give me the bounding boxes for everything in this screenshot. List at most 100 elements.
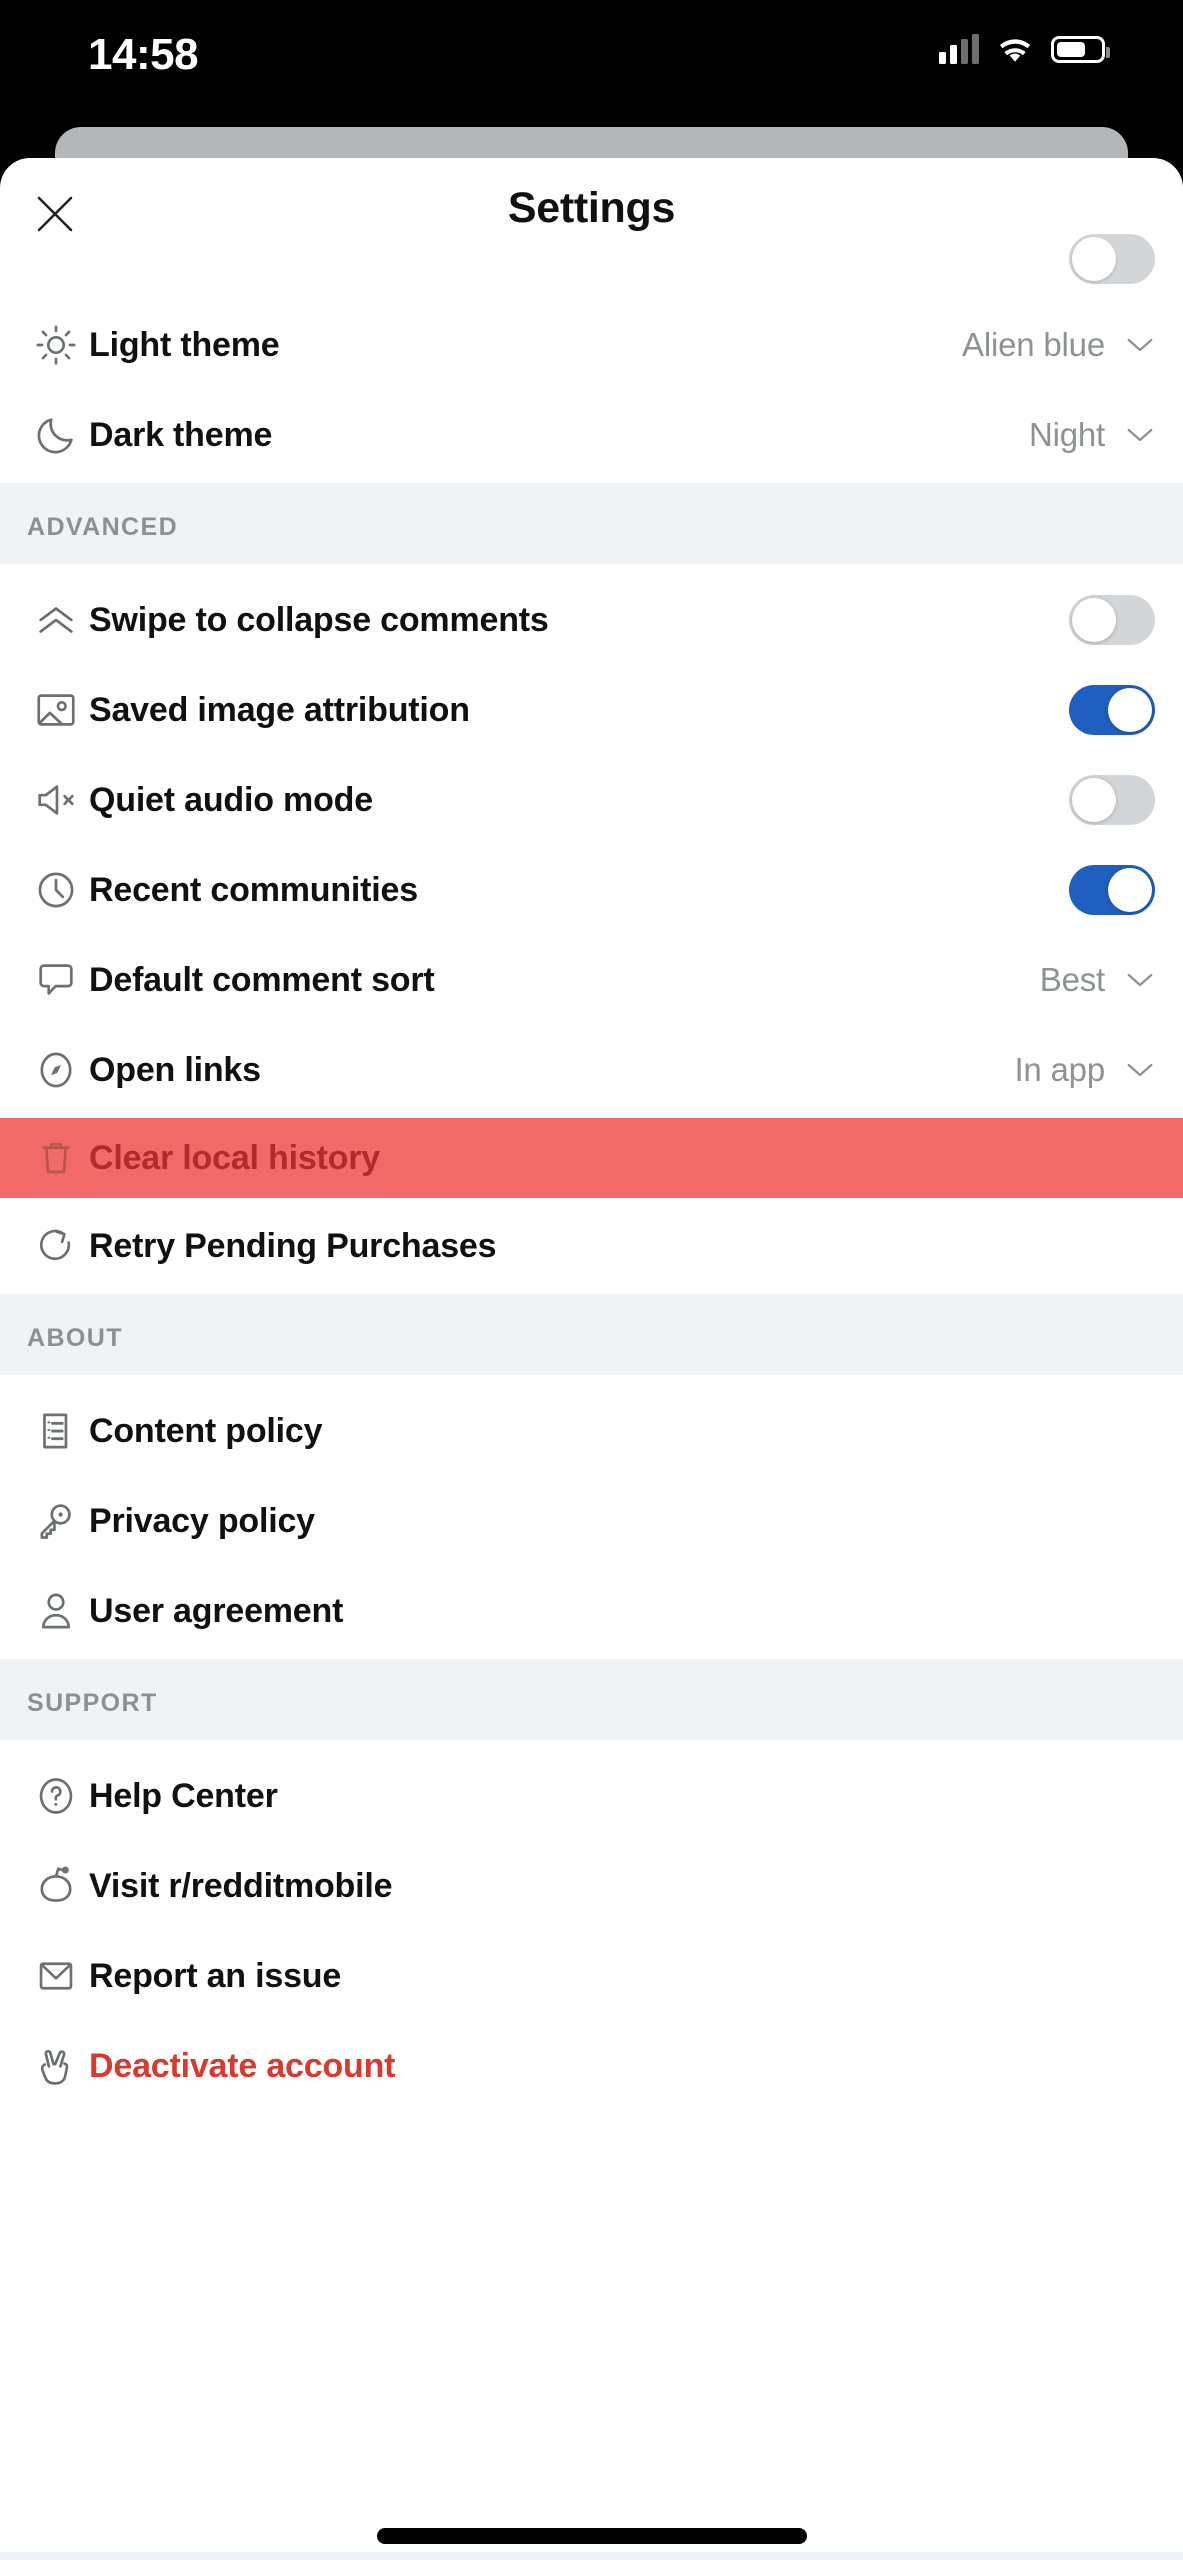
peace-hand-icon (27, 2037, 85, 2095)
settings-row-label: User agreement (89, 1592, 1155, 1631)
settings-row-default-comment-sort[interactable]: Default comment sort Best (0, 946, 1183, 1014)
settings-row-help-center[interactable]: Help Center (0, 1762, 1183, 1830)
settings-sheet: Settings Light theme Alien blue (0, 158, 1183, 2560)
section-title: SUPPORT (27, 1689, 158, 1717)
moon-icon (27, 406, 85, 464)
chevron-down-icon (1125, 426, 1155, 444)
section-header-about: ABOUT (0, 1294, 1183, 1375)
settings-row-label: Saved image attribution (89, 691, 1069, 730)
snoo-icon (27, 1857, 85, 1915)
battery-icon (1051, 36, 1105, 63)
dark-theme-value: Night (1029, 416, 1105, 454)
dark-theme-value-group[interactable]: Night (1029, 416, 1155, 454)
row-gap (0, 1104, 1183, 1118)
settings-row-recent-communities[interactable]: Recent communities (0, 856, 1183, 924)
settings-row-label: Open links (89, 1051, 1014, 1090)
settings-row-user-agreement[interactable]: User agreement (0, 1577, 1183, 1645)
section-title: ADVANCED (27, 513, 178, 541)
settings-row-content-policy[interactable]: Content policy (0, 1397, 1183, 1465)
section-header-advanced: ADVANCED (0, 483, 1183, 564)
sheet-header: Settings (0, 158, 1183, 266)
phone-screen: 14:58 Settings (0, 0, 1183, 2560)
settings-row-label: Quiet audio mode (89, 781, 1069, 820)
status-bar-time: 14:58 (88, 30, 198, 80)
row-gap (0, 834, 1183, 856)
settings-row-privacy-policy[interactable]: Privacy policy (0, 1487, 1183, 1555)
settings-row-retry-pending-purchases[interactable]: Retry Pending Purchases (0, 1212, 1183, 1280)
settings-row-report-issue[interactable]: Report an issue (0, 1942, 1183, 2010)
status-bar: 14:58 (0, 0, 1183, 118)
toggle-quiet-audio[interactable] (1069, 775, 1155, 825)
settings-row-label: Swipe to collapse comments (89, 601, 1069, 640)
settings-row-open-links[interactable]: Open links In app (0, 1036, 1183, 1104)
settings-row-label: Help Center (89, 1777, 1155, 1816)
section-title: ABOUT (27, 1324, 123, 1352)
row-gap (0, 2010, 1183, 2032)
settings-row-label: Deactivate account (89, 2047, 1155, 2086)
row-gap (0, 1198, 1183, 1212)
settings-row-label: Privacy policy (89, 1502, 1155, 1541)
chevron-down-icon (1125, 336, 1155, 354)
toggle-recent-communities[interactable] (1069, 865, 1155, 915)
row-gap (0, 1014, 1183, 1036)
clock-icon (27, 861, 85, 919)
person-icon (27, 1582, 85, 1640)
bottom-strip (0, 2552, 1183, 2560)
settings-row-label: Retry Pending Purchases (89, 1227, 1155, 1266)
settings-row-label: Visit r/redditmobile (89, 1867, 1155, 1906)
open-links-value: In app (1014, 1051, 1105, 1089)
settings-row-label: Recent communities (89, 871, 1069, 910)
open-links-value-group[interactable]: In app (1014, 1051, 1155, 1089)
row-gap (0, 1920, 1183, 1942)
partial-scrolled-row (0, 266, 1183, 311)
default-comment-sort-value: Best (1040, 961, 1105, 999)
settings-row-label: Content policy (89, 1412, 1155, 1451)
question-circle-icon (27, 1767, 85, 1825)
settings-row-label: Report an issue (89, 1957, 1155, 1996)
document-list-icon (27, 1402, 85, 1460)
row-gap (0, 564, 1183, 586)
refresh-icon (27, 1217, 85, 1275)
toggle-saved-image-attribution[interactable] (1069, 685, 1155, 735)
settings-row-label: Light theme (89, 326, 962, 365)
row-gap (0, 1465, 1183, 1487)
settings-row-light-theme[interactable]: Light theme Alien blue (0, 311, 1183, 379)
row-gap (0, 744, 1183, 766)
row-gap (0, 1280, 1183, 1294)
row-gap (0, 379, 1183, 401)
settings-row-clear-local-history[interactable]: Clear local history (0, 1118, 1183, 1198)
wifi-icon (996, 35, 1034, 63)
cellular-signal-icon (939, 34, 979, 64)
settings-row-dark-theme[interactable]: Dark theme Night (0, 401, 1183, 469)
default-comment-sort-value-group[interactable]: Best (1040, 961, 1155, 999)
section-header-support: SUPPORT (0, 1659, 1183, 1740)
row-gap (0, 1375, 1183, 1397)
settings-row-label: Default comment sort (89, 961, 1040, 1000)
chevron-down-icon (1125, 1061, 1155, 1079)
row-gap (0, 924, 1183, 946)
light-theme-value-group[interactable]: Alien blue (962, 326, 1155, 364)
settings-row-label: Clear local history (89, 1139, 1155, 1178)
chevron-down-icon (1125, 971, 1155, 989)
light-theme-value: Alien blue (962, 326, 1105, 364)
row-gap (0, 469, 1183, 483)
toggle-swipe-collapse[interactable] (1069, 595, 1155, 645)
settings-row-deactivate-account[interactable]: Deactivate account (0, 2032, 1183, 2100)
settings-row-saved-image-attribution[interactable]: Saved image attribution (0, 676, 1183, 744)
partial-toggle[interactable] (1069, 234, 1155, 284)
home-indicator (377, 2528, 807, 2544)
row-gap (0, 1555, 1183, 1577)
settings-row-visit-subreddit[interactable]: Visit r/redditmobile (0, 1852, 1183, 1920)
row-gap (0, 1740, 1183, 1762)
row-gap (0, 654, 1183, 676)
settings-row-label: Dark theme (89, 416, 1029, 455)
page-title: Settings (0, 184, 1183, 233)
image-icon (27, 681, 85, 739)
sun-icon (27, 316, 85, 374)
envelope-icon (27, 1947, 85, 2005)
settings-row-quiet-audio[interactable]: Quiet audio mode (0, 766, 1183, 834)
comment-icon (27, 951, 85, 1009)
settings-row-swipe-collapse[interactable]: Swipe to collapse comments (0, 586, 1183, 654)
trash-icon (27, 1129, 85, 1187)
speaker-mute-icon (27, 771, 85, 829)
